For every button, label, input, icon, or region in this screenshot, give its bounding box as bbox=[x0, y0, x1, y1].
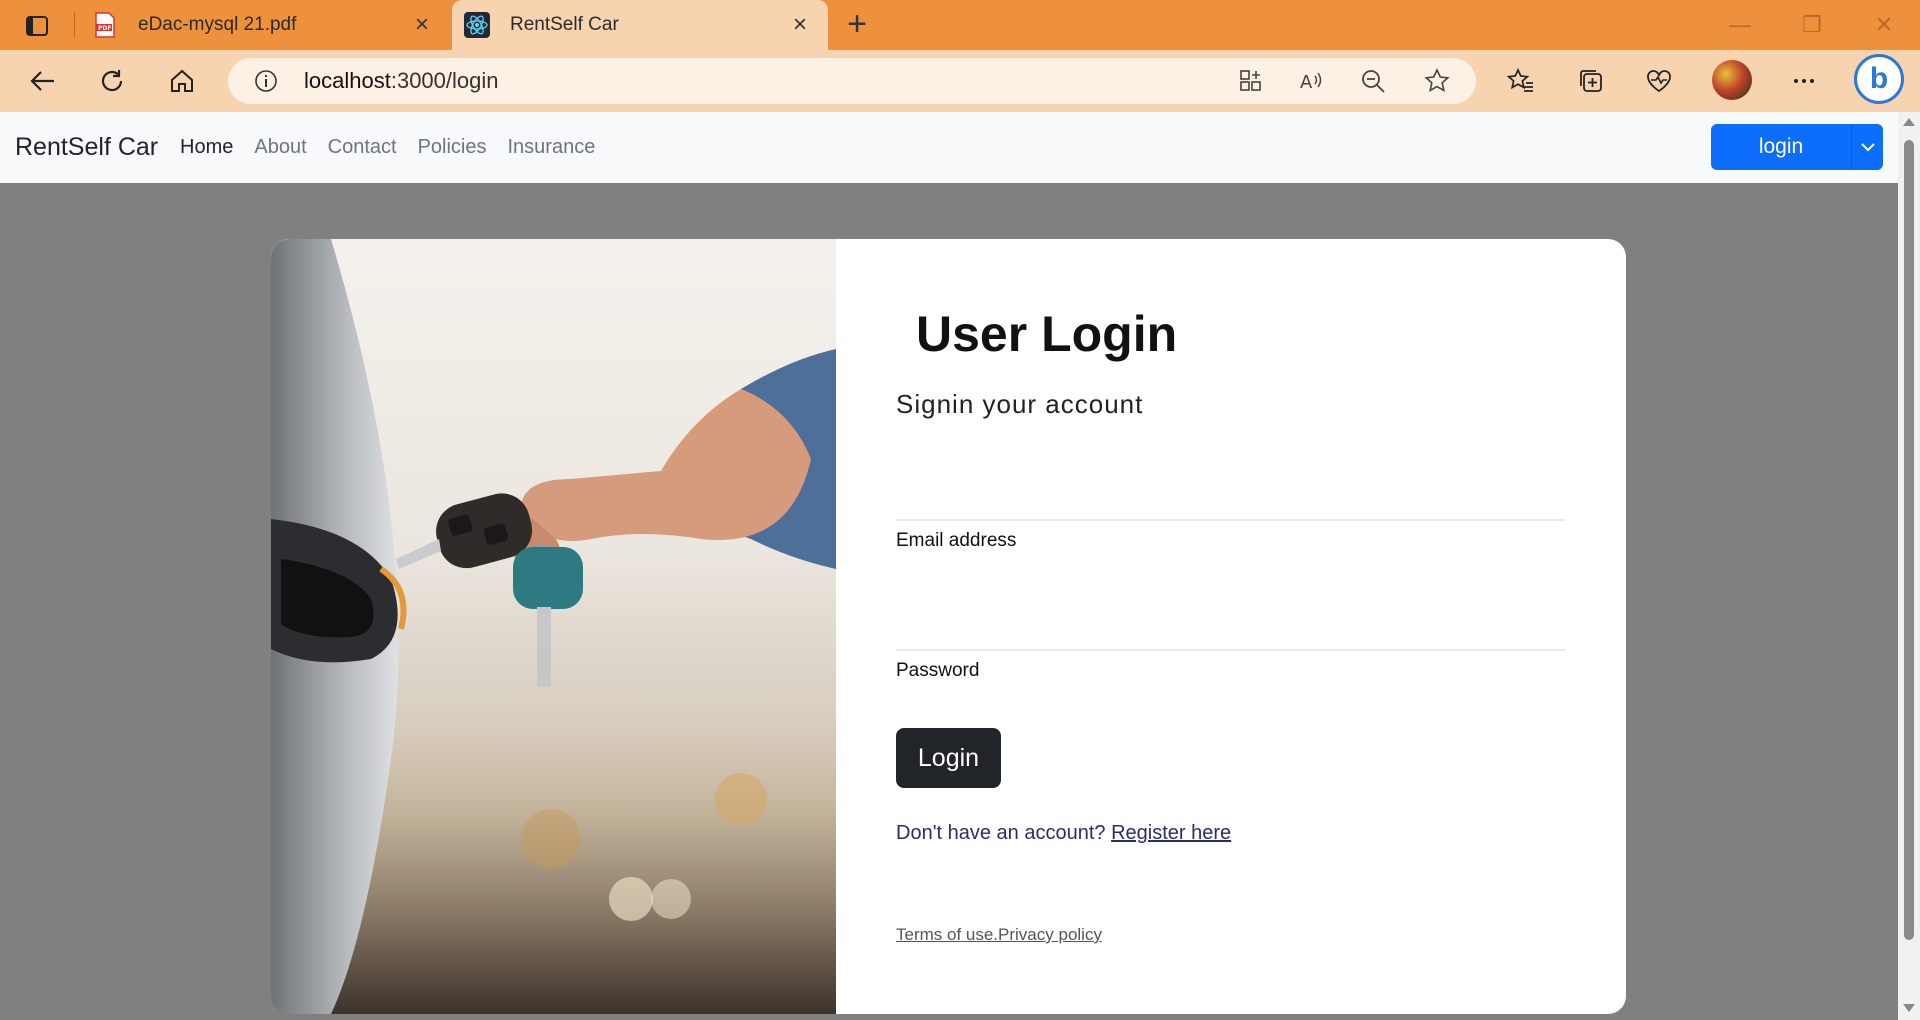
favorite-star-icon[interactable] bbox=[1424, 68, 1450, 94]
refresh-icon[interactable] bbox=[93, 62, 131, 100]
nav-insurance[interactable]: Insurance bbox=[507, 136, 595, 159]
close-icon[interactable]: × bbox=[788, 11, 812, 38]
page-title: User Login bbox=[916, 306, 1178, 362]
page-subtitle: Signin your account bbox=[896, 389, 1144, 419]
maximize-icon[interactable]: ❐ bbox=[1792, 10, 1832, 40]
new-tab-icon[interactable]: + bbox=[842, 7, 872, 41]
browser-essentials-icon[interactable] bbox=[1640, 62, 1678, 100]
scroll-down-icon[interactable] bbox=[1903, 1004, 1915, 1012]
back-icon[interactable] bbox=[24, 62, 62, 100]
nav-contact[interactable]: Contact bbox=[328, 136, 397, 159]
page-scrollbar[interactable] bbox=[1898, 112, 1920, 1020]
terms-privacy-link[interactable]: Terms of use.Privacy policy bbox=[896, 925, 1102, 945]
react-icon bbox=[464, 12, 490, 38]
minimize-icon[interactable]: — bbox=[1720, 10, 1760, 40]
email-input[interactable] bbox=[896, 475, 1570, 517]
home-icon[interactable] bbox=[163, 62, 201, 100]
tab-rentself[interactable]: RentSelf Car × bbox=[452, 0, 828, 50]
zoom-out-icon[interactable] bbox=[1360, 68, 1386, 94]
login-card: User Login Signin your account Email add… bbox=[271, 239, 1626, 1014]
nav-links: Home About Contact Policies Insurance bbox=[180, 112, 595, 183]
nav-policies[interactable]: Policies bbox=[418, 136, 487, 159]
chevron-down-icon[interactable] bbox=[1857, 132, 1879, 162]
register-prompt: Don't have an account? Register here bbox=[896, 822, 1231, 845]
password-label: Password bbox=[896, 660, 980, 681]
email-underline bbox=[896, 519, 1566, 521]
site-navbar: RentSelf Car Home About Contact Policies… bbox=[0, 112, 1898, 183]
close-icon[interactable]: × bbox=[410, 11, 434, 38]
tab-separator bbox=[74, 12, 75, 38]
collections-icon[interactable] bbox=[1572, 62, 1610, 100]
read-aloud-icon[interactable]: A bbox=[1298, 68, 1324, 94]
brand-logo[interactable]: RentSelf Car bbox=[15, 112, 158, 183]
login-dropdown-button[interactable]: login bbox=[1711, 124, 1883, 170]
split-divider bbox=[1851, 124, 1852, 170]
tab-pdf[interactable]: PDF eDac-mysql 21.pdf × bbox=[80, 0, 450, 50]
window-close-icon[interactable]: ✕ bbox=[1864, 10, 1904, 40]
car-key-photo bbox=[271, 239, 836, 1014]
browser-titlebar: PDF eDac-mysql 21.pdf × RentSelf Car × +… bbox=[0, 0, 1920, 50]
email-label: Email address bbox=[896, 530, 1017, 551]
tab-title: RentSelf Car bbox=[510, 14, 619, 35]
scroll-up-icon[interactable] bbox=[1903, 118, 1915, 126]
url-text[interactable]: localhost:3000/login bbox=[304, 58, 499, 104]
address-bar[interactable]: localhost:3000/login A bbox=[228, 58, 1476, 104]
scroll-thumb[interactable] bbox=[1904, 140, 1914, 940]
info-icon[interactable] bbox=[254, 69, 278, 93]
app-available-icon[interactable] bbox=[1238, 68, 1264, 94]
bing-copilot-icon[interactable]: b bbox=[1854, 54, 1904, 104]
register-link[interactable]: Register here bbox=[1111, 822, 1231, 844]
nav-about[interactable]: About bbox=[254, 136, 306, 159]
pdf-icon: PDF bbox=[92, 12, 118, 38]
password-underline bbox=[896, 649, 1566, 651]
login-dropdown-label: login bbox=[1758, 135, 1804, 158]
register-prompt-text: Don't have an account? bbox=[896, 822, 1106, 844]
svg-text:PDF: PDF bbox=[98, 25, 111, 32]
more-options-icon[interactable] bbox=[1785, 62, 1823, 100]
svg-text:A: A bbox=[1300, 72, 1313, 93]
nav-home[interactable]: Home bbox=[180, 136, 233, 159]
tab-actions-icon[interactable] bbox=[24, 13, 50, 39]
favorites-icon[interactable] bbox=[1502, 62, 1540, 100]
browser-toolbar: localhost:3000/login A b bbox=[0, 50, 1920, 112]
profile-avatar[interactable] bbox=[1712, 60, 1752, 100]
password-input[interactable] bbox=[896, 605, 1570, 647]
tab-title: eDac-mysql 21.pdf bbox=[138, 14, 297, 35]
login-submit-button[interactable]: Login bbox=[896, 728, 1001, 788]
